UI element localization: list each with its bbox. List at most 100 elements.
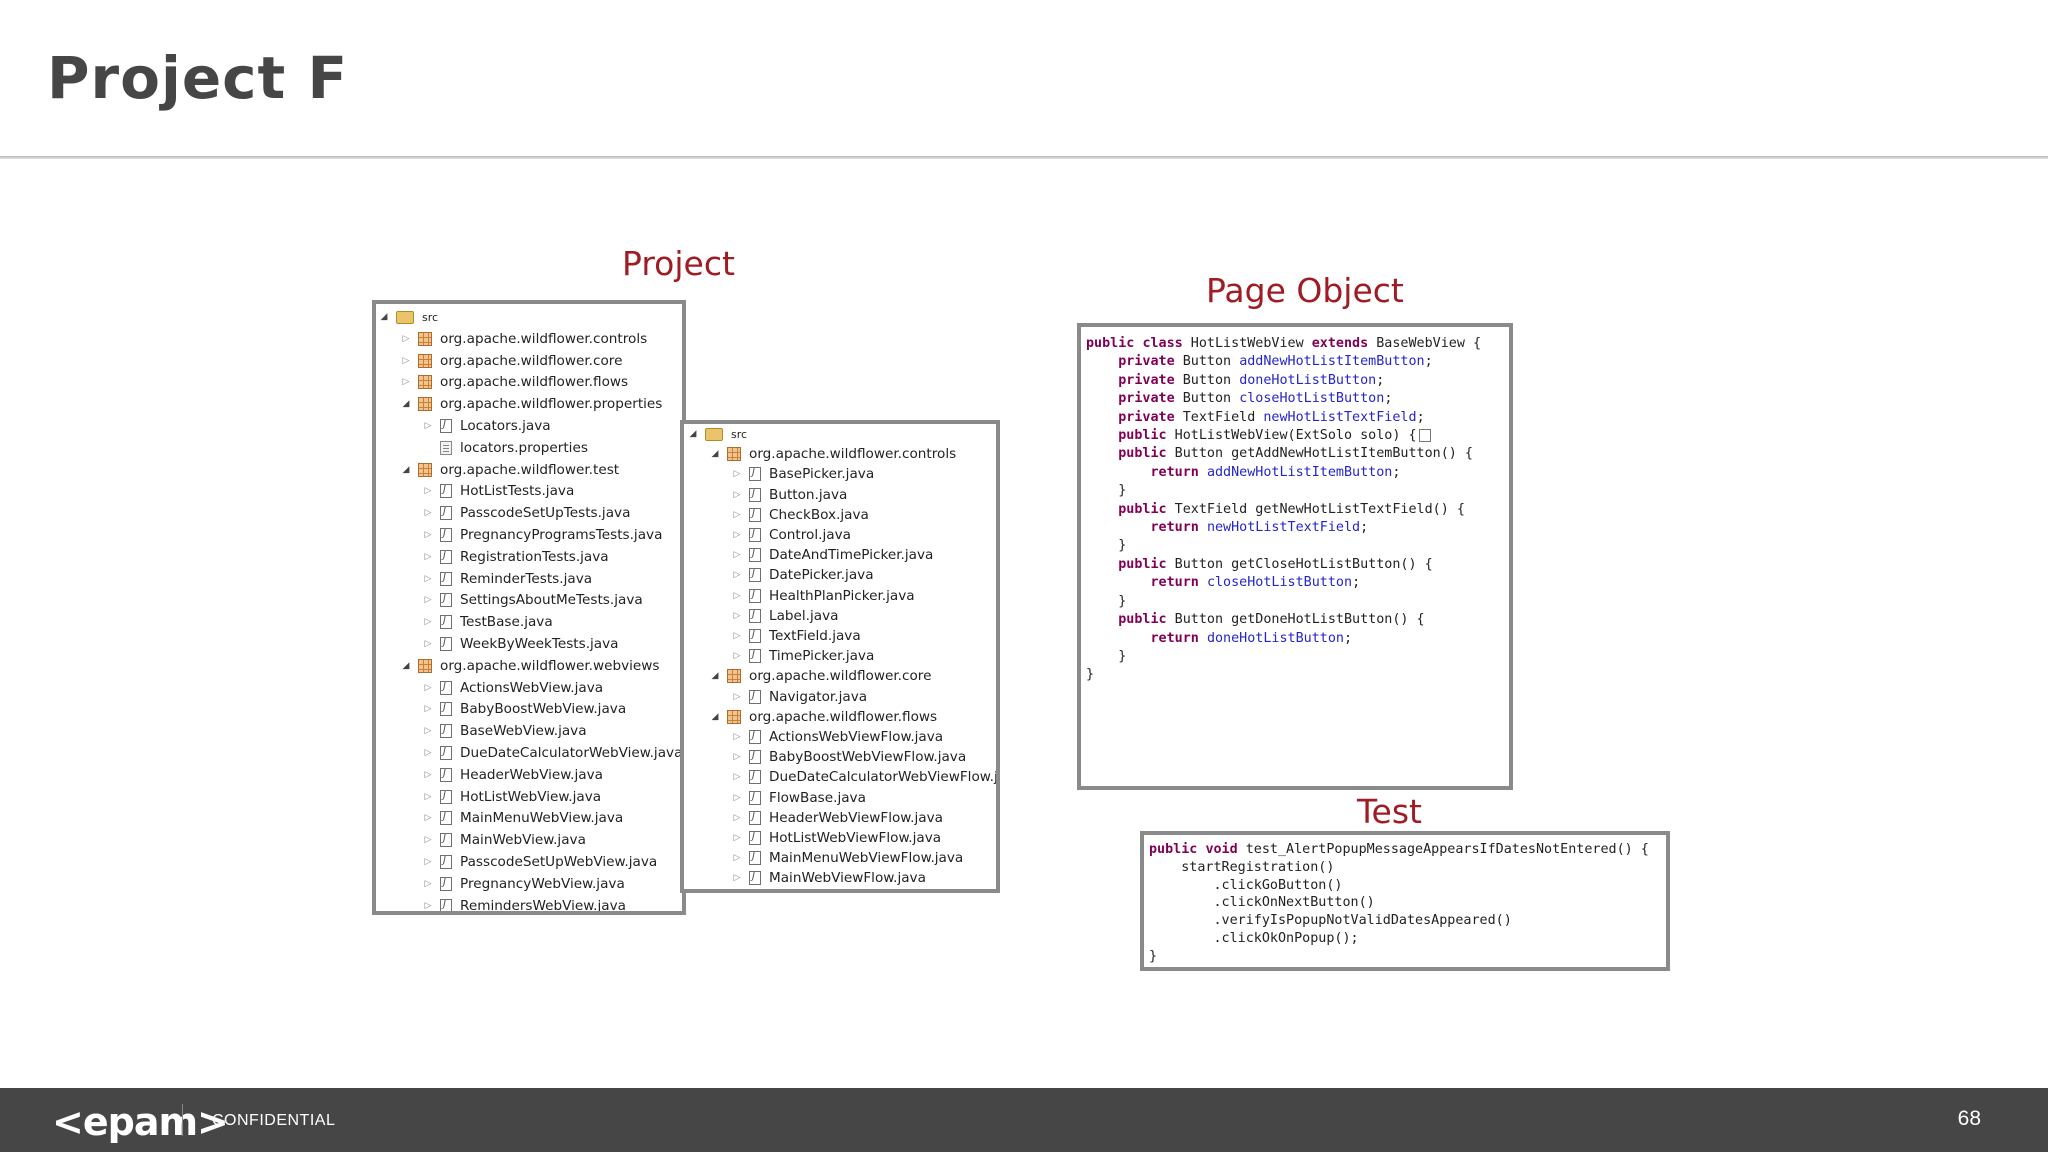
tree-item[interactable]: ▷ TimePicker.java [731,646,875,666]
tree-item[interactable]: ◢ org.apache.wildflower.properties [400,394,663,414]
collapsed-arrow-icon[interactable]: ▷ [731,611,743,621]
collapsed-arrow-icon[interactable]: ▷ [731,530,743,540]
expanded-arrow-icon[interactable]: ◢ [709,449,721,459]
tree-item[interactable]: ◢ org.apache.wildflower.webviews [400,656,660,676]
tree-item[interactable]: ▷ SettingsAboutMeTests.java [422,590,643,610]
tree-item[interactable]: ▷ ActionsWebView.java [422,678,604,698]
collapsed-arrow-icon[interactable]: ▷ [422,508,434,518]
collapsed-arrow-icon[interactable]: ▷ [422,617,434,627]
tree-item[interactable]: ▷ Locators.java [422,416,551,436]
collapsed-arrow-icon[interactable]: ▷ [422,639,434,649]
fold-marker-icon[interactable] [1418,428,1431,442]
tree-item[interactable]: ▷ ActionsWebViewFlow.java [731,727,944,747]
tree-item[interactable]: ▷ FlowBase.java [731,788,866,808]
expanded-arrow-icon[interactable]: ◢ [687,429,699,439]
tree-item[interactable]: ▷ DueDateCalculatorWebView.java [422,743,682,763]
collapsed-arrow-icon[interactable]: ▷ [731,793,743,803]
tree-item[interactable]: ▷ Label.java [731,606,839,626]
expanded-arrow-icon[interactable]: ◢ [709,712,721,722]
collapsed-arrow-icon[interactable]: ▷ [422,813,434,823]
tree-item[interactable]: ▷ DatePicker.java [731,565,874,585]
collapsed-arrow-icon[interactable]: ▷ [731,873,743,883]
tree-item[interactable]: ▷ HotListWebView.java [422,787,602,807]
tree-item[interactable]: ▷ BaseWebView.java [422,721,587,741]
tree-item[interactable]: ▷ RemindersWebView.java [422,896,626,911]
collapsed-arrow-icon[interactable]: ▷ [422,574,434,584]
tree-item[interactable]: ▷ BasePicker.java [731,464,875,484]
tree-item[interactable]: ▷ org.apache.wildflower.flows [400,372,629,392]
tree-item[interactable]: ▷ MainMenuWebViewFlow.java [731,848,964,868]
tree-item[interactable]: ▷ ReminderTests.java [422,569,593,589]
expanded-arrow-icon[interactable]: ◢ [400,399,412,409]
collapsed-arrow-icon[interactable]: ▷ [422,835,434,845]
tree-item[interactable]: ▷ BabyBoostWebViewFlow.java [731,747,967,767]
tree-item[interactable]: ▷ HealthPlanPicker.java [731,586,915,606]
tree-item[interactable]: ▷ PasscodeSetUpTests.java [422,503,631,523]
tree-item[interactable]: ▷ MainWebViewFlow.java [731,868,926,888]
tree-item[interactable]: ▷ WeekByWeekTests.java [422,634,619,654]
tree-item[interactable]: ◢ org.apache.wildflower.core [709,666,932,686]
collapsed-arrow-icon[interactable]: ▷ [422,857,434,867]
collapsed-arrow-icon[interactable]: ▷ [731,752,743,762]
tree-item[interactable]: ▷ HotListTests.java [422,481,575,501]
collapsed-arrow-icon[interactable]: ▷ [422,879,434,889]
tree-item[interactable]: ▷ Button.java [731,485,848,505]
collapsed-arrow-icon[interactable]: ▷ [731,692,743,702]
tree-item[interactable]: ▷ HotListWebViewFlow.java [731,828,942,848]
expanded-arrow-icon[interactable]: ◢ [400,661,412,671]
collapsed-arrow-icon[interactable]: ▷ [731,833,743,843]
tree-item[interactable]: ◢ org.apache.wildflower.flows [709,707,938,727]
collapsed-arrow-icon[interactable]: ▷ [731,510,743,520]
collapsed-arrow-icon[interactable]: ▷ [731,732,743,742]
tree-item[interactable]: ▷ Control.java [731,525,851,545]
collapsed-arrow-icon[interactable]: ▷ [422,552,434,562]
expanded-arrow-icon[interactable]: ◢ [709,671,721,681]
collapsed-arrow-icon[interactable]: ▷ [731,570,743,580]
collapsed-arrow-icon[interactable]: ▷ [731,631,743,641]
tree-item[interactable]: ▷ org.apache.wildflower.controls [400,329,648,349]
collapsed-arrow-icon[interactable]: ▷ [731,772,743,782]
collapsed-arrow-icon[interactable]: ▷ [422,486,434,496]
collapsed-arrow-icon[interactable]: ▷ [422,901,434,911]
tree-item[interactable]: ▷ CheckBox.java [731,505,869,525]
tree-item[interactable]: ▷ BabyBoostWebView.java [422,699,627,719]
collapsed-arrow-icon[interactable]: ▷ [400,356,412,366]
expanded-arrow-icon[interactable]: ◢ [378,312,390,322]
tree-item[interactable]: ▷ DueDateCalculatorWebViewFlow.java [731,767,996,787]
tree-item[interactable]: ▷ HeaderWebView.java [422,765,603,785]
collapsed-arrow-icon[interactable]: ▷ [422,792,434,802]
collapsed-arrow-icon[interactable]: ▷ [731,813,743,823]
tree-item[interactable]: ▷ PregnancyProgramsTests.java [422,525,663,545]
collapsed-arrow-icon[interactable]: ▷ [422,421,434,431]
tree-item[interactable]: ◢ org.apache.wildflower.controls [709,444,957,464]
collapsed-arrow-icon[interactable]: ▷ [731,591,743,601]
collapsed-arrow-icon[interactable]: ▷ [731,651,743,661]
collapsed-arrow-icon[interactable]: ▷ [422,683,434,693]
collapsed-arrow-icon[interactable]: ▷ [422,530,434,540]
tree-item[interactable]: ◢ src [687,424,747,444]
tree-item[interactable]: ◢ org.apache.wildflower.test [400,460,620,480]
tree-item[interactable]: ▷ PasscodeSetUpWebView.java [422,852,658,872]
collapsed-arrow-icon[interactable]: ▷ [400,334,412,344]
collapsed-arrow-icon[interactable]: ▷ [731,469,743,479]
tree-item[interactable]: ◢ src [378,307,438,327]
collapsed-arrow-icon[interactable]: ▷ [731,550,743,560]
tree-item[interactable]: ▷ MainWebView.java [422,830,586,850]
collapsed-arrow-icon[interactable]: ▷ [400,377,412,387]
collapsed-arrow-icon[interactable]: ▷ [731,490,743,500]
tree-item[interactable]: ▷ MainMenuWebView.java [422,808,624,828]
collapsed-arrow-icon[interactable]: ▷ [422,704,434,714]
tree-item[interactable]: ▷ RegistrationTests.java [422,547,609,567]
collapsed-arrow-icon[interactable]: ▷ [422,595,434,605]
tree-item[interactable]: ▷ org.apache.wildflower.core [400,351,623,371]
expanded-arrow-icon[interactable]: ◢ [400,465,412,475]
tree-item[interactable]: ▷ TextField.java [731,626,861,646]
collapsed-arrow-icon[interactable]: ▷ [422,726,434,736]
collapsed-arrow-icon[interactable]: ▷ [422,748,434,758]
tree-item[interactable]: ▷ PregnancyWebView.java [422,874,625,894]
tree-item[interactable]: ▷ DateAndTimePicker.java [731,545,934,565]
tree-item[interactable]: ▷ Navigator.java [731,687,868,707]
tree-item[interactable]: ▷ TestBase.java [422,612,553,632]
collapsed-arrow-icon[interactable]: ▷ [731,853,743,863]
collapsed-arrow-icon[interactable]: ▷ [422,770,434,780]
